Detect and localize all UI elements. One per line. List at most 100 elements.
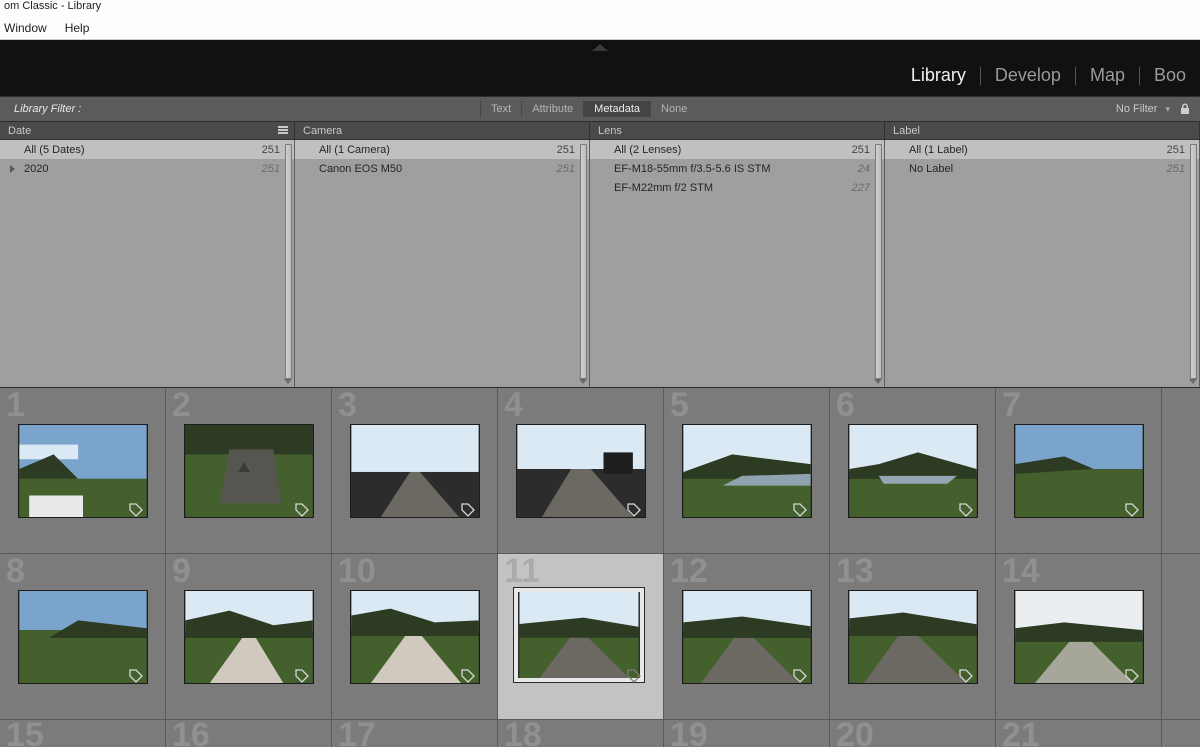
column-header-date[interactable]: Date [0,122,295,139]
tag-icon[interactable] [461,669,475,683]
library-filter-bar: Library Filter : Text Attribute Metadata… [0,96,1200,122]
metadata-filter-body: All (5 Dates)251 2020251 All (1 Camera)2… [0,140,1200,388]
filter-row-lens-2[interactable]: EF-M22mm f/2 STM227 [590,178,884,197]
filter-column-camera: All (1 Camera)251 Canon EOS M50251 [295,140,590,387]
column-header-lens[interactable]: Lens [590,122,885,139]
tag-icon[interactable] [793,503,807,517]
thumbnail-cell[interactable]: 19 [664,720,830,747]
filter-row-all-cameras[interactable]: All (1 Camera)251 [295,140,589,159]
tag-icon[interactable] [959,669,973,683]
cell-index: 10 [338,554,376,588]
cell-index: 4 [504,388,523,422]
scroll-down-arrow-icon[interactable] [577,377,589,387]
column-header-label[interactable]: Label [885,122,1200,139]
menu-help[interactable]: Help [65,21,90,35]
scroll-down-arrow-icon[interactable] [1187,377,1199,387]
module-library[interactable]: Library [897,65,980,86]
tag-icon[interactable] [1125,669,1139,683]
thumbnail-cell[interactable]: 10 [332,554,498,720]
thumbnail-cell[interactable]: 5 [664,388,830,554]
thumbnail-cell-partial[interactable] [1162,720,1200,747]
filter-lock-icon[interactable] [1178,102,1192,116]
column-scrollbar[interactable] [1190,144,1197,379]
tag-icon[interactable] [129,669,143,683]
cell-index: 5 [670,388,689,422]
column-menu-icon[interactable] [278,126,288,134]
scroll-down-arrow-icon[interactable] [872,377,884,387]
thumbnail-cell[interactable]: 13 [830,554,996,720]
thumbnail-cell-partial[interactable] [1162,554,1200,720]
thumbnail-grid: 1 2 3 4 5 [0,388,1200,747]
thumbnail-cell[interactable]: 14 [996,554,1162,720]
thumbnail-cell[interactable]: 9 [166,554,332,720]
cell-index: 6 [836,388,855,422]
library-filter-title: Library Filter : [0,103,480,115]
thumbnail-cell[interactable]: 15 [0,720,166,747]
tag-icon[interactable] [129,503,143,517]
thumbnail-cell[interactable]: 18 [498,720,664,747]
cell-index: 14 [1002,554,1040,588]
filter-tab-none[interactable]: None [650,101,697,117]
cell-index: 19 [670,718,708,747]
filter-row-camera-model[interactable]: Canon EOS M50251 [295,159,589,178]
tag-icon[interactable] [1125,503,1139,517]
cell-index: 2 [172,388,191,422]
metadata-column-headers: Date Camera Lens Label [0,122,1200,140]
thumbnail-cell-selected[interactable]: 11 [498,554,664,720]
filter-row-no-label[interactable]: No Label251 [885,159,1199,178]
column-scrollbar[interactable] [875,144,882,379]
scroll-down-arrow-icon[interactable] [282,377,294,387]
menu-bar: Window Help [0,16,1200,40]
filter-tab-attribute[interactable]: Attribute [521,101,583,117]
thumbnail-cell[interactable]: 3 [332,388,498,554]
thumbnail-cell[interactable]: 20 [830,720,996,747]
cell-index: 11 [504,554,540,588]
filter-row-lens-1[interactable]: EF-M18-55mm f/3.5-5.6 IS STM24 [590,159,884,178]
tag-icon[interactable] [793,669,807,683]
thumbnail-image[interactable] [514,588,644,682]
filter-tab-metadata[interactable]: Metadata [583,101,650,117]
window-title: om Classic - Library [0,0,1200,16]
filter-preset-dropdown[interactable]: No Filter [1116,103,1162,115]
thumbnail-cell-partial[interactable] [1162,388,1200,554]
tag-icon[interactable] [295,669,309,683]
cell-index: 17 [338,718,376,747]
thumbnail-cell[interactable]: 17 [332,720,498,747]
filter-row-year[interactable]: 2020251 [0,159,294,178]
column-scrollbar[interactable] [580,144,587,379]
column-header-camera[interactable]: Camera [295,122,590,139]
cell-index: 1 [6,388,25,422]
thumbnail-cell[interactable]: 8 [0,554,166,720]
menu-window[interactable]: Window [4,21,47,35]
cell-index: 7 [1002,388,1021,422]
filter-row-all-labels[interactable]: All (1 Label)251 [885,140,1199,159]
dropdown-arrow-icon[interactable]: ▾ [1161,104,1174,115]
thumbnail-cell[interactable]: 1 [0,388,166,554]
thumbnail-cell[interactable]: 21 [996,720,1162,747]
filter-column-date: All (5 Dates)251 2020251 [0,140,295,387]
filter-row-all-dates[interactable]: All (5 Dates)251 [0,140,294,159]
module-develop[interactable]: Develop [981,65,1075,86]
thumbnail-cell[interactable]: 4 [498,388,664,554]
panel-collapse-arrow-icon[interactable] [592,44,608,51]
tag-icon[interactable] [461,503,475,517]
tag-icon[interactable] [627,669,641,683]
disclosure-triangle-icon[interactable] [10,165,15,173]
tag-icon[interactable] [627,503,641,517]
thumbnail-cell[interactable]: 16 [166,720,332,747]
thumbnail-cell[interactable]: 2 [166,388,332,554]
module-book[interactable]: Boo [1140,65,1200,86]
cell-index: 13 [836,554,874,588]
column-scrollbar[interactable] [285,144,292,379]
tag-icon[interactable] [959,503,973,517]
cell-index: 16 [172,718,210,747]
module-map[interactable]: Map [1076,65,1139,86]
filter-tab-text[interactable]: Text [480,101,521,117]
cell-index: 8 [6,554,25,588]
tag-icon[interactable] [295,503,309,517]
cell-index: 3 [338,388,357,422]
thumbnail-cell[interactable]: 7 [996,388,1162,554]
thumbnail-cell[interactable]: 12 [664,554,830,720]
filter-row-all-lenses[interactable]: All (2 Lenses)251 [590,140,884,159]
thumbnail-cell[interactable]: 6 [830,388,996,554]
